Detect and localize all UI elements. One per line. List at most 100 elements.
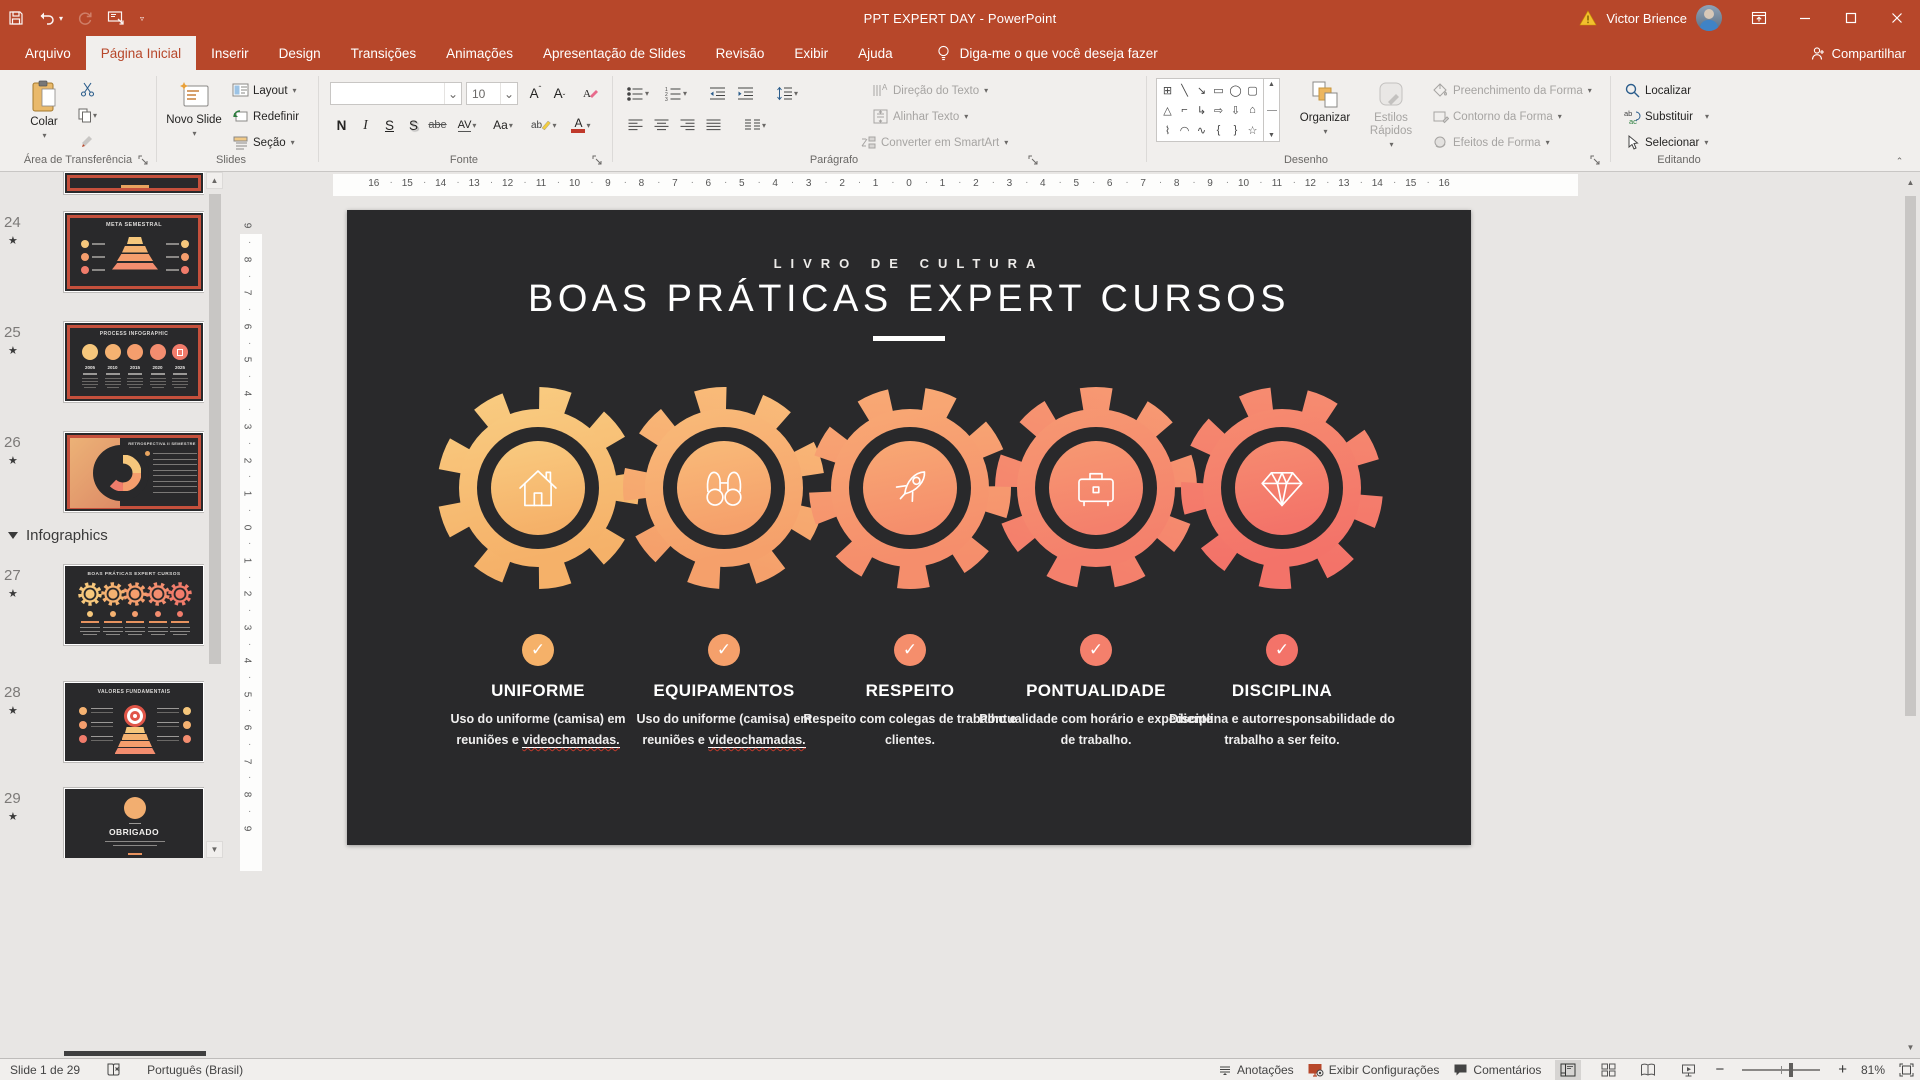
- align-text-button[interactable]: Alinhar Texto▾: [872, 108, 968, 125]
- comments-button[interactable]: Comentários: [1453, 1063, 1541, 1077]
- slide-thumbnail-25[interactable]: PROCESS INFOGRAPHIC20052010201520202025: [64, 322, 204, 402]
- strikethrough-button[interactable]: abe: [426, 114, 449, 136]
- canvas-scroll-down-icon[interactable]: ▼: [1902, 1039, 1919, 1056]
- check-icon-equipamentos[interactable]: ✓: [708, 634, 740, 666]
- tab-inserir[interactable]: Inserir: [196, 36, 264, 70]
- slideshow-view-button[interactable]: [1675, 1060, 1701, 1080]
- underline-button[interactable]: S: [378, 114, 401, 136]
- clear-formatting-icon[interactable]: A: [578, 82, 601, 104]
- shape-textbox-icon[interactable]: ⊞: [1163, 84, 1172, 97]
- language-indicator[interactable]: Português (Brasil): [147, 1063, 243, 1077]
- ruler-vertical[interactable]: 9·8·7·6·5·4·3·2·1·0·1·2·3·4·5·6·7·8·9: [240, 198, 262, 1058]
- zoom-in-icon[interactable]: +: [1838, 1061, 1847, 1078]
- shapes-scroll-down-icon[interactable]: ▼: [1268, 132, 1275, 139]
- text-direction-button[interactable]: ADireção do Texto▾: [872, 82, 988, 99]
- shape-elbow-arrow-icon[interactable]: ↳: [1197, 104, 1206, 117]
- reading-view-button[interactable]: [1635, 1060, 1661, 1080]
- character-spacing-button[interactable]: AV▾: [452, 114, 482, 136]
- justify-icon[interactable]: [702, 114, 725, 136]
- increase-indent-icon[interactable]: [734, 82, 757, 104]
- shape-curve-icon[interactable]: ∿: [1197, 124, 1206, 137]
- slide-thumbnail-26[interactable]: RETROSPECTIVA II SEMESTRE: [64, 432, 204, 512]
- slide-thumbnail-29[interactable]: OBRIGADO: [64, 788, 204, 858]
- shapes-scroll-up-icon[interactable]: ▲: [1268, 81, 1275, 88]
- zoom-out-icon[interactable]: −: [1715, 1061, 1724, 1078]
- shape-arrow-right-icon[interactable]: ⇨: [1214, 104, 1223, 117]
- tab-p-gina-inicial[interactable]: Página Inicial: [86, 36, 196, 70]
- thumbnail-scroll-up-icon[interactable]: ▲: [206, 172, 223, 189]
- clipboard-dialog-launcher-icon[interactable]: [138, 155, 150, 167]
- shape-oval-icon[interactable]: ◯: [1229, 84, 1241, 97]
- slide-thumbnail-24[interactable]: META SEMESTRAL: [64, 212, 204, 292]
- quick-styles-button[interactable]: Estilos Rápidos▾: [1362, 80, 1420, 150]
- align-right-icon[interactable]: [676, 114, 699, 136]
- tab-ajuda[interactable]: Ajuda: [843, 36, 908, 70]
- warning-icon[interactable]: [1579, 10, 1597, 26]
- layout-button[interactable]: Layout▾: [232, 82, 297, 99]
- check-icon-disciplina[interactable]: ✓: [1266, 634, 1298, 666]
- shape-elbow-icon[interactable]: ⌐: [1181, 104, 1187, 116]
- close-icon[interactable]: [1874, 0, 1920, 36]
- shape-gallery-scroll[interactable]: ▲▼: [1264, 78, 1280, 142]
- ruler-horizontal[interactable]: 16·15·14·13·12·11·10·9·8·7·6·5·4·3·2·1·0…: [238, 174, 1918, 196]
- shape-fill-button[interactable]: Preenchimento da Forma▾: [1432, 82, 1592, 99]
- normal-view-button[interactable]: [1555, 1060, 1581, 1080]
- slide-indicator[interactable]: Slide 1 de 29: [10, 1063, 80, 1077]
- paste-button[interactable]: Colar ▾: [18, 80, 70, 140]
- canvas-scrollbar-thumb[interactable]: [1905, 196, 1916, 716]
- shape-gallery[interactable]: ⊞╲↘▭◯▢△⌐↳⇨⇩⌂⌇◠∿{}☆: [1156, 78, 1264, 142]
- select-button[interactable]: Selecionar▾: [1624, 134, 1708, 151]
- gear-disciplina[interactable]: [1177, 383, 1387, 593]
- section-button[interactable]: Seção▾: [232, 134, 295, 151]
- shape-triangle-icon[interactable]: △: [1163, 104, 1171, 117]
- align-left-icon[interactable]: [624, 114, 647, 136]
- tab-arquivo[interactable]: Arquivo: [10, 36, 86, 70]
- new-slide-button[interactable]: Novo Slide ▾: [166, 80, 222, 138]
- decrease-indent-icon[interactable]: [706, 82, 729, 104]
- format-painter-icon[interactable]: [76, 130, 99, 152]
- drawing-dialog-launcher-icon[interactable]: [1590, 155, 1602, 167]
- shape-line-icon[interactable]: ╲: [1181, 84, 1188, 97]
- shape-rectangle-icon[interactable]: ▭: [1213, 84, 1223, 97]
- maximize-icon[interactable]: [1828, 0, 1874, 36]
- ribbon-display-options-icon[interactable]: [1736, 0, 1782, 36]
- notes-button[interactable]: Anotações: [1218, 1063, 1294, 1077]
- decrease-font-icon[interactable]: Aˇ: [548, 82, 571, 104]
- shape-scribble-icon[interactable]: ⌇: [1165, 124, 1170, 137]
- copy-icon[interactable]: ▾: [76, 104, 99, 126]
- tell-me-box[interactable]: Diga-me o que você deseja fazer: [936, 36, 1158, 70]
- cut-icon[interactable]: [76, 78, 99, 100]
- check-icon-uniforme[interactable]: ✓: [522, 634, 554, 666]
- replace-button[interactable]: abacSubstituir▾: [1624, 108, 1709, 125]
- gear-uniforme[interactable]: [433, 383, 643, 593]
- font-name-combo[interactable]: ⌄: [330, 82, 462, 105]
- tab-exibir[interactable]: Exibir: [779, 36, 843, 70]
- section-header-infographics[interactable]: Infographics: [8, 527, 108, 544]
- user-name[interactable]: Victor Brience: [1606, 11, 1687, 26]
- slide-thumbnail-23[interactable]: [64, 172, 204, 194]
- tab-transi-es[interactable]: Transições: [336, 36, 432, 70]
- slide-thumbnail-28[interactable]: VALORES FUNDAMENTAIS: [64, 682, 204, 762]
- shape-outline-button[interactable]: Contorno da Forma▾: [1432, 108, 1562, 125]
- tab-revis-o[interactable]: Revisão: [701, 36, 780, 70]
- bold-button[interactable]: N: [330, 114, 353, 136]
- tab-design[interactable]: Design: [264, 36, 336, 70]
- zoom-level[interactable]: 81%: [1861, 1063, 1885, 1077]
- title-underline[interactable]: [873, 336, 945, 341]
- paragraph-dialog-launcher-icon[interactable]: [1028, 155, 1040, 167]
- minimize-icon[interactable]: [1782, 0, 1828, 36]
- slide-canvas[interactable]: LIVRO DE CULTURA BOAS PRÁTICAS EXPERT CU…: [347, 210, 1471, 845]
- thumbnail-hscrollbar-thumb[interactable]: [64, 1051, 206, 1056]
- slide-kicker[interactable]: LIVRO DE CULTURA: [347, 256, 1471, 271]
- share-button[interactable]: Compartilhar: [1811, 36, 1906, 70]
- numbering-button[interactable]: 123▾: [662, 82, 690, 104]
- convert-smartart-button[interactable]: Converter em SmartArt▾: [860, 134, 1008, 151]
- highlight-color-button[interactable]: ab▾: [528, 114, 560, 136]
- shape-freeform-icon[interactable]: ⌂: [1249, 104, 1256, 116]
- gear-pontualidade[interactable]: [991, 383, 1201, 593]
- zoom-slider[interactable]: [1742, 1069, 1820, 1071]
- check-icon-respeito[interactable]: ✓: [894, 634, 926, 666]
- zoom-slider-thumb[interactable]: [1789, 1063, 1793, 1077]
- tab-apresenta-o-de-slides[interactable]: Apresentação de Slides: [528, 36, 701, 70]
- shape-brace-left-icon[interactable]: {: [1217, 124, 1221, 136]
